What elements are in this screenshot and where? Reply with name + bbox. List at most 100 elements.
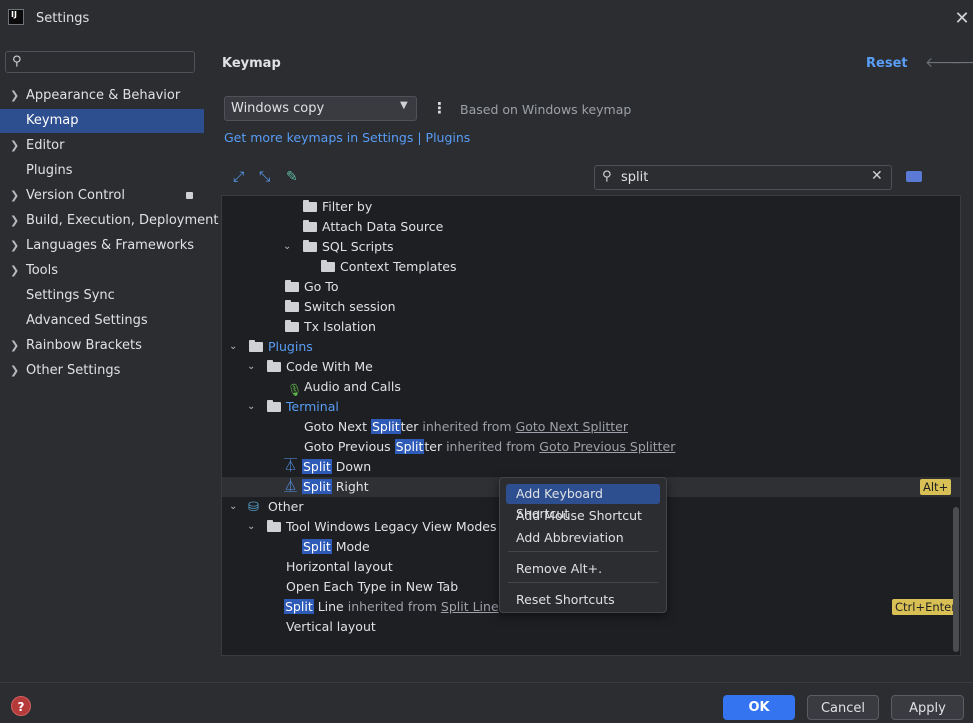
sidebar-item-plugins[interactable]: Plugins — [0, 159, 204, 183]
menu-separator — [508, 551, 658, 552]
sidebar-item-advanced-settings[interactable]: Advanced Settings — [0, 309, 204, 333]
folder-icon — [249, 340, 263, 352]
tree-row-attach-data-source[interactable]: Attach Data Source — [222, 217, 960, 237]
sidebar-item-build-execution-deployment[interactable]: ❯ Build, Execution, Deployment — [0, 209, 218, 233]
menu-item-add-keyboard-shortcut[interactable]: Add Keyboard Shortcut — [506, 484, 660, 521]
sidebar-search-input[interactable]: ⚲ — [5, 51, 195, 73]
search-highlight: Split — [284, 599, 314, 614]
folder-icon — [267, 360, 281, 372]
get-more-keymaps-link[interactable]: Get more keymaps in Settings | Plugins — [224, 130, 470, 145]
search-highlight: Split — [302, 479, 332, 494]
folder-icon — [303, 240, 317, 252]
page-title: Keymap — [222, 56, 281, 71]
tree-row-code-with-me[interactable]: ⌄ Code With Me — [222, 357, 960, 377]
sidebar-item-languages-frameworks[interactable]: ❯ Languages & Frameworks — [0, 234, 204, 258]
sidebar-item-version-control[interactable]: ❯ Version Control — [0, 184, 204, 208]
context-menu: Add Keyboard Shortcut Add Mouse Shortcut… — [499, 477, 667, 613]
sidebar-item-other-settings[interactable]: ❯ Other Settings — [0, 359, 204, 383]
based-on-label: Based on Windows keymap — [460, 102, 632, 117]
edit-pencil-icon[interactable]: ✎ — [286, 169, 298, 185]
tree-row-go-to[interactable]: Go To — [222, 277, 960, 297]
tree-row-filter-by[interactable]: Filter by — [222, 197, 960, 217]
inherited-link[interactable]: Goto Next Splitter — [516, 419, 628, 434]
sidebar-item-tools[interactable]: ❯ Tools — [0, 259, 204, 283]
chevron-down-icon: ▼ — [400, 100, 408, 111]
tree-row-sql-scripts[interactable]: ⌄ SQL Scripts — [222, 237, 960, 257]
chevron-right-icon: ❯ — [10, 239, 20, 252]
sidebar-item-appearance-behavior[interactable]: ❯ Appearance & Behavior — [0, 84, 204, 108]
shortcut-badge: Ctrl+Enter — [892, 599, 959, 615]
tree-row-audio-and-calls[interactable]: 🎙 Audio and Calls — [222, 377, 960, 397]
chevron-down-icon: ⌄ — [283, 241, 292, 252]
tree-row-split-down[interactable]: ⏄ Split Down — [222, 457, 960, 477]
tree-row-terminal[interactable]: ⌄ Terminal — [222, 397, 960, 417]
clear-search-icon[interactable]: ✕ — [871, 168, 883, 184]
chevron-down-icon: ⌄ — [247, 361, 256, 372]
chevron-right-icon: ❯ — [10, 214, 20, 227]
inherited-link[interactable]: Goto Previous Splitter — [539, 439, 675, 454]
menu-item-add-mouse-shortcut[interactable]: Add Mouse Shortcut — [506, 506, 660, 526]
folder-icon — [267, 400, 281, 412]
search-highlight: Split — [394, 439, 425, 454]
sidebar-item-rainbow-brackets[interactable]: ❯ Rainbow Brackets — [0, 334, 204, 358]
chevron-right-icon: ❯ — [10, 264, 20, 277]
folder-icon — [285, 280, 299, 292]
find-by-shortcut-keyboard-icon[interactable] — [906, 171, 922, 182]
menu-item-reset-shortcuts[interactable]: Reset Shortcuts — [506, 590, 660, 610]
menu-item-add-abbreviation[interactable]: Add Abbreviation — [506, 528, 660, 548]
collapse-all-icon[interactable]: ⤡ — [259, 169, 270, 185]
tree-row-context-templates[interactable]: Context Templates — [222, 257, 960, 277]
apply-button[interactable]: Apply — [891, 695, 964, 720]
chevron-right-icon: ❯ — [10, 339, 20, 352]
help-button[interactable]: ? — [11, 696, 31, 716]
tree-row-plugins[interactable]: ⌄ Plugins — [222, 337, 960, 357]
folder-icon — [303, 220, 317, 232]
tree-scrollbar[interactable] — [953, 507, 959, 652]
sidebar-item-editor[interactable]: ❯ Editor — [0, 134, 204, 158]
bottom-divider — [0, 682, 973, 683]
search-icon: ⚲ — [12, 54, 22, 69]
search-highlight: Split — [370, 419, 401, 434]
forward-arrow-icon[interactable]: 🡒 — [950, 54, 973, 71]
menu-separator — [508, 582, 658, 583]
chevron-right-icon: ❯ — [10, 139, 20, 152]
expand-all-icon[interactable]: ⤢ — [233, 169, 244, 185]
folder-icon — [303, 200, 317, 212]
split-vertical-icon: ⏅ — [284, 479, 298, 494]
search-highlight: Split — [302, 459, 332, 474]
tree-row-goto-next-splitter[interactable]: Goto Next Splitter inherited from Goto N… — [222, 417, 960, 437]
menu-item-remove-shortcut[interactable]: Remove Alt+. — [506, 559, 660, 579]
folder-icon — [267, 520, 281, 532]
shortcut-badge: Alt+ — [920, 479, 952, 495]
app-logo-icon: IJ — [8, 9, 24, 25]
folder-icon — [285, 320, 299, 332]
more-options-icon[interactable]: ⋮ — [432, 99, 447, 117]
sidebar-item-keymap[interactable]: Keymap — [0, 109, 204, 133]
tree-row-goto-previous-splitter[interactable]: Goto Previous Splitter inherited from Go… — [222, 437, 960, 457]
sidebar-item-settings-sync[interactable]: Settings Sync — [0, 284, 204, 308]
chevron-right-icon: ❯ — [10, 364, 20, 377]
ok-button[interactable]: OK — [723, 695, 795, 720]
window-title: Settings — [36, 11, 90, 26]
action-search-input[interactable] — [621, 168, 861, 186]
keymap-select-value: Windows copy — [231, 101, 325, 116]
other-bag-icon: ⛁ — [248, 500, 259, 515]
tree-row-vertical-layout[interactable]: Vertical layout — [222, 617, 960, 637]
inherited-link[interactable]: Split Line — [441, 599, 499, 614]
tree-row-switch-session[interactable]: Switch session — [222, 297, 960, 317]
chevron-down-icon: ⌄ — [229, 341, 238, 352]
chevron-right-icon: ❯ — [10, 189, 20, 202]
split-horizontal-icon: ⏄ — [284, 459, 298, 474]
action-search-field[interactable]: ⚲ ✕ — [594, 165, 892, 190]
reset-link[interactable]: Reset — [866, 56, 908, 71]
chevron-down-icon: ⌄ — [247, 521, 256, 532]
search-icon: ⚲ — [602, 169, 612, 184]
cancel-button[interactable]: Cancel — [807, 695, 879, 720]
folder-icon — [285, 300, 299, 312]
search-highlight: Split — [302, 539, 332, 554]
chevron-right-icon: ❯ — [10, 89, 20, 102]
keymap-select[interactable]: Windows copy ▼ — [224, 96, 417, 121]
folder-icon — [321, 260, 335, 272]
close-button[interactable]: ✕ — [952, 9, 972, 29]
tree-row-tx-isolation[interactable]: Tx Isolation — [222, 317, 960, 337]
